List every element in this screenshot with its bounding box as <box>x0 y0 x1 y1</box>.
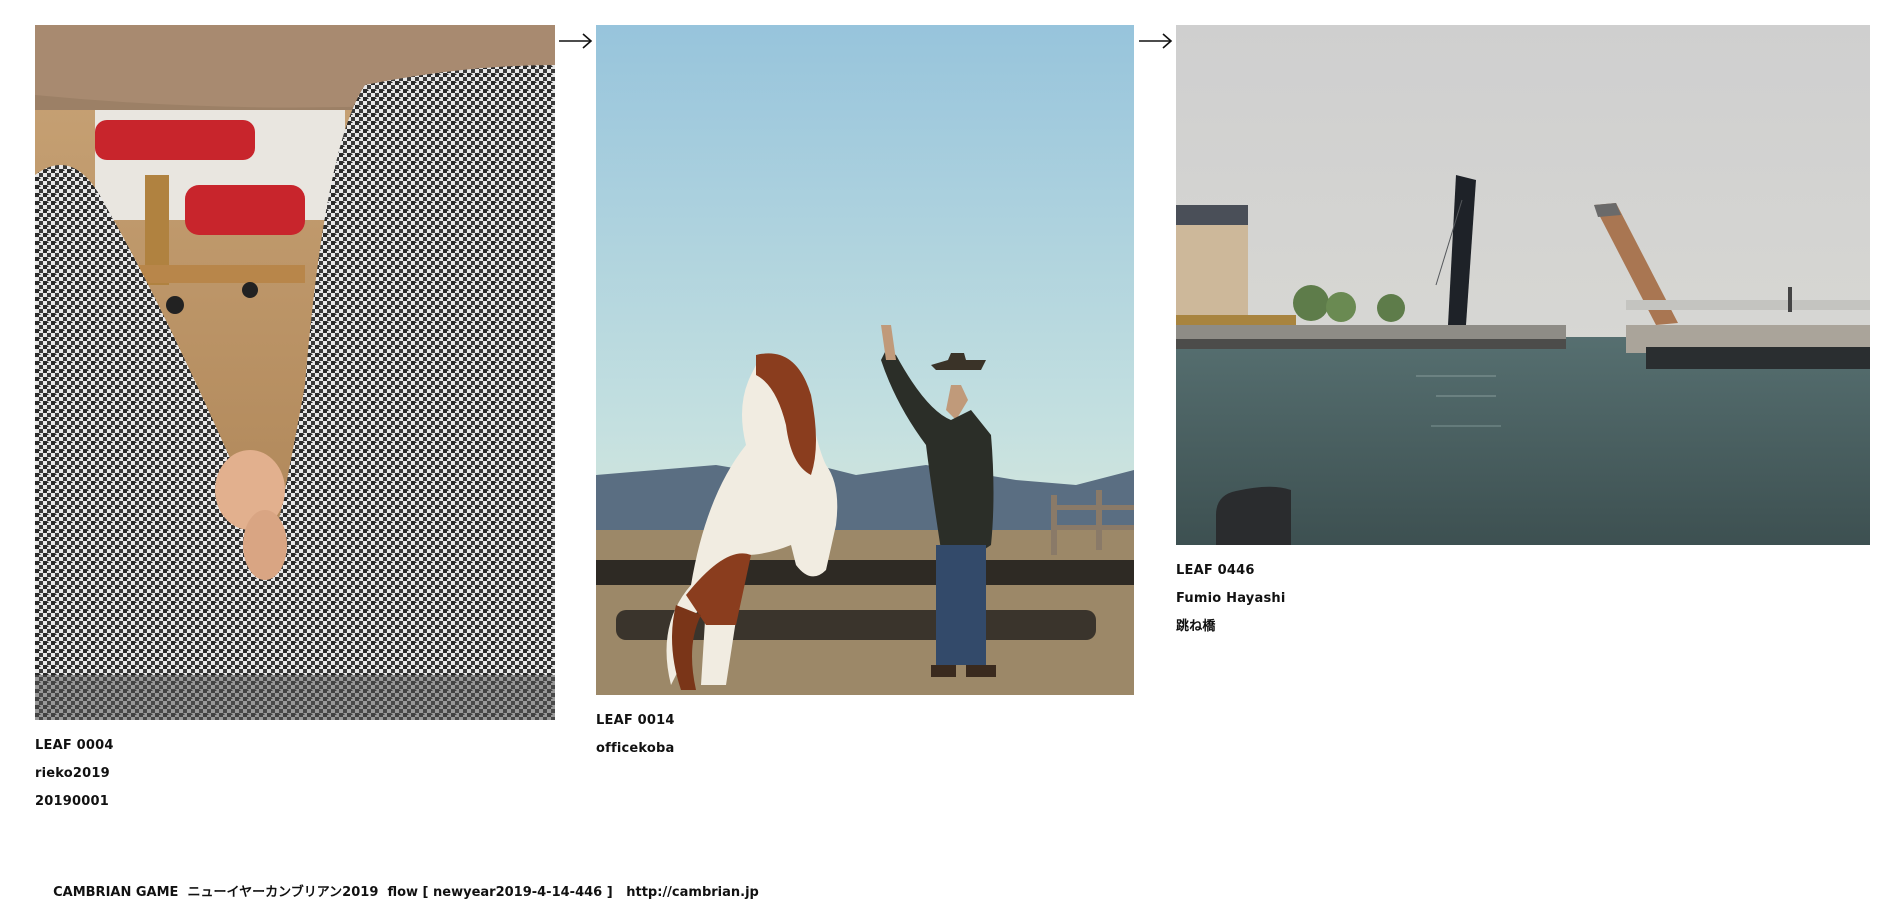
leaf-id: LEAF 0446 <box>1176 563 1255 578</box>
leaf-caption-2: LEAF 0014 officekoba <box>596 707 1134 763</box>
right-arrow-icon <box>1139 33 1173 49</box>
footer-flow: flow [ newyear2019-4-14-446 ] <box>387 885 613 900</box>
leaf-photo-1[interactable] <box>35 25 555 720</box>
photo-houndstooth-legs <box>35 25 555 720</box>
leaf-id: LEAF 0014 <box>596 713 675 728</box>
leaf-photo-2[interactable] <box>596 25 1134 695</box>
leaf-photo-3[interactable] <box>1176 25 1870 545</box>
leaf-title: 跳ね橋 <box>1176 619 1216 634</box>
footer-game-name: CAMBRIAN GAME <box>53 885 179 900</box>
leaf-caption-3: LEAF 0446 Fumio Hayashi 跳ね橋 <box>1176 557 1870 641</box>
leaf-author[interactable]: Fumio Hayashi <box>1176 585 1870 613</box>
leaf-author[interactable]: officekoba <box>596 735 1134 763</box>
right-arrow-icon <box>559 33 593 49</box>
leaf-id: LEAF 0004 <box>35 738 114 753</box>
page: LEAF 0004 rieko2019 20190001 LEAF 0014 o… <box>0 0 1901 900</box>
leaf-title: 20190001 <box>35 794 109 809</box>
footer-url-link[interactable]: http://cambrian.jp <box>626 885 759 900</box>
leaf-caption-1: LEAF 0004 rieko2019 20190001 <box>35 732 555 816</box>
leaf-author[interactable]: rieko2019 <box>35 760 555 788</box>
leaf-card-3: LEAF 0446 Fumio Hayashi 跳ね橋 <box>1176 25 1870 641</box>
leaf-card-1: LEAF 0004 rieko2019 20190001 <box>35 25 555 816</box>
leaf-card-2: LEAF 0014 officekoba <box>596 25 1134 763</box>
footer-event-name: ニューイヤーカンブリアン2019 <box>187 885 379 900</box>
photo-man-and-pony <box>596 25 1134 695</box>
footer: CAMBRIAN GAME ニューイヤーカンブリアン2019 flow [ ne… <box>35 866 759 900</box>
photo-drawbridge <box>1176 25 1870 545</box>
